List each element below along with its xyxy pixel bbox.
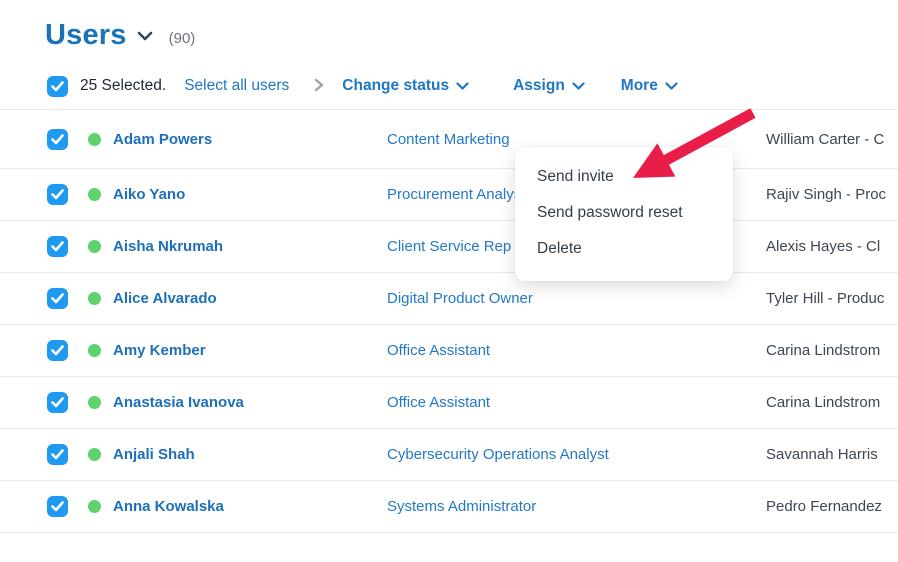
table-row: Aiko Yano Procurement Analyst Rajiv Sing…	[0, 169, 898, 221]
row-checkbox[interactable]	[47, 392, 68, 413]
status-active-dot	[88, 344, 101, 357]
row-checkbox[interactable]	[47, 236, 68, 257]
user-role-link[interactable]: Office Assistant	[387, 394, 766, 411]
user-role-link[interactable]: Office Assistant	[387, 342, 766, 359]
change-status-label: Change status	[342, 77, 449, 95]
row-checkbox[interactable]	[47, 496, 68, 517]
bulk-actions-toolbar: 25 Selected. Select all users Change sta…	[47, 74, 898, 98]
checkmark-icon	[51, 134, 64, 145]
user-name-link[interactable]: Anna Kowalska	[113, 498, 387, 515]
checkmark-icon	[51, 293, 64, 304]
checkmark-icon	[51, 501, 64, 512]
user-count: (90)	[169, 30, 196, 47]
row-checkbox[interactable]	[47, 129, 68, 150]
select-all-checkbox[interactable]	[47, 76, 68, 97]
checkmark-icon	[51, 189, 64, 200]
user-manager-text: Carina Lindstrom	[766, 342, 898, 359]
select-all-users-link[interactable]: Select all users	[184, 77, 289, 95]
users-table: Adam Powers Content Marketing William Ca…	[0, 109, 898, 533]
user-name-link[interactable]: Amy Kember	[113, 342, 387, 359]
user-role-link[interactable]: Content Marketing	[387, 131, 766, 148]
more-button[interactable]: More	[621, 77, 678, 95]
checkmark-icon	[51, 397, 64, 408]
checkmark-icon	[51, 345, 64, 356]
status-active-dot	[88, 448, 101, 461]
assign-label: Assign	[513, 77, 565, 95]
chevron-down-icon	[665, 82, 678, 91]
user-manager-text: William Carter - C	[766, 131, 898, 148]
user-name-link[interactable]: Anjali Shah	[113, 446, 387, 463]
more-label: More	[621, 77, 658, 95]
user-manager-text: Tyler Hill - Produc	[766, 290, 898, 307]
status-active-dot	[88, 240, 101, 253]
chevron-down-icon	[456, 82, 469, 91]
table-row: Anastasia Ivanova Office Assistant Carin…	[0, 377, 898, 429]
status-active-dot	[88, 292, 101, 305]
checkmark-icon	[51, 81, 64, 92]
user-manager-text: Pedro Fernandez	[766, 498, 898, 515]
page-title: Users	[45, 18, 127, 52]
status-active-dot	[88, 500, 101, 513]
checkmark-icon	[51, 241, 64, 252]
checkmark-icon	[51, 449, 64, 460]
user-name-link[interactable]: Aiko Yano	[113, 186, 387, 203]
menu-item-delete[interactable]: Delete	[515, 231, 733, 267]
change-status-button[interactable]: Change status	[342, 77, 469, 95]
user-role-link[interactable]: Cybersecurity Operations Analyst	[387, 446, 766, 463]
table-row: Anna Kowalska Systems Administrator Pedr…	[0, 481, 898, 533]
user-manager-text: Savannah Harris	[766, 446, 898, 463]
status-active-dot	[88, 133, 101, 146]
assign-dropdown-menu: Send invite Send password reset Delete	[515, 147, 733, 281]
user-name-link[interactable]: Adam Powers	[113, 131, 387, 148]
chevron-right-icon	[314, 78, 324, 97]
assign-button[interactable]: Assign	[513, 77, 585, 95]
user-name-link[interactable]: Aisha Nkrumah	[113, 238, 387, 255]
table-row: Adam Powers Content Marketing William Ca…	[0, 110, 898, 169]
selected-count-text: 25 Selected.	[80, 77, 166, 95]
user-role-link[interactable]: Systems Administrator	[387, 498, 766, 515]
page-header: Users (90)	[0, 0, 898, 36]
chevron-down-icon	[572, 82, 585, 91]
table-row: Anjali Shah Cybersecurity Operations Ana…	[0, 429, 898, 481]
table-row: Aisha Nkrumah Client Service Rep Alexis …	[0, 221, 898, 273]
user-manager-text: Rajiv Singh - Proc	[766, 186, 898, 203]
status-active-dot	[88, 188, 101, 201]
user-manager-text: Carina Lindstrom	[766, 394, 898, 411]
menu-item-send-invite[interactable]: Send invite	[515, 159, 733, 195]
user-name-link[interactable]: Alice Alvarado	[113, 290, 387, 307]
table-row: Alice Alvarado Digital Product Owner Tyl…	[0, 273, 898, 325]
user-manager-text: Alexis Hayes - Cl	[766, 238, 898, 255]
row-checkbox[interactable]	[47, 288, 68, 309]
status-active-dot	[88, 396, 101, 409]
user-role-link[interactable]: Digital Product Owner	[387, 290, 766, 307]
menu-item-send-password-reset[interactable]: Send password reset	[515, 195, 733, 231]
table-row: Amy Kember Office Assistant Carina Linds…	[0, 325, 898, 377]
row-checkbox[interactable]	[47, 340, 68, 361]
user-name-link[interactable]: Anastasia Ivanova	[113, 394, 387, 411]
row-checkbox[interactable]	[47, 444, 68, 465]
chevron-down-icon[interactable]	[137, 29, 153, 47]
row-checkbox[interactable]	[47, 184, 68, 205]
